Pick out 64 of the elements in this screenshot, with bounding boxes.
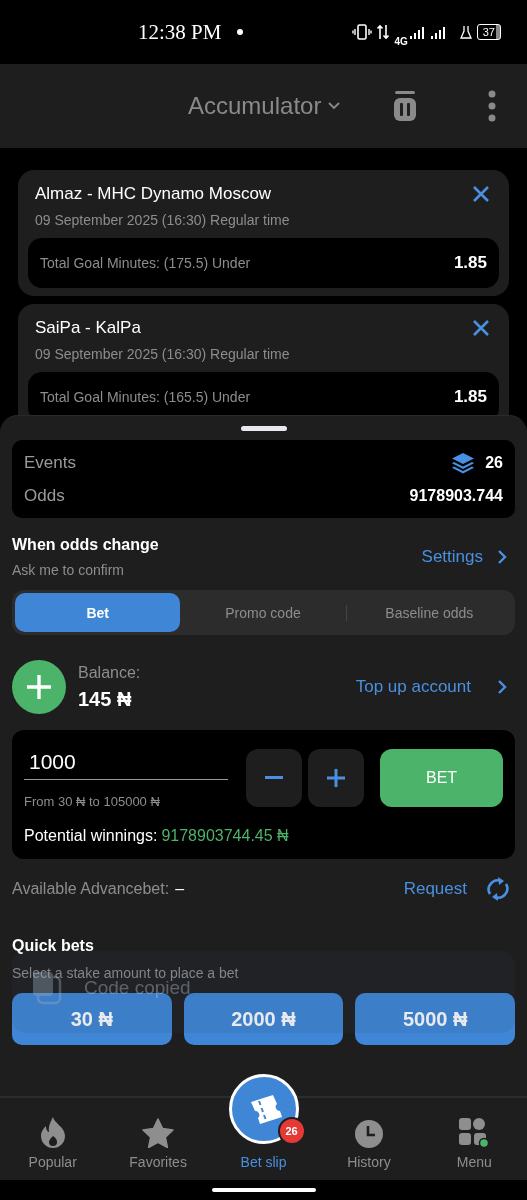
increase-button[interactable] [308,748,365,807]
advancebet-value: – [175,880,185,898]
tab[interactable]: Baseline odds [346,593,512,632]
data-transfer-icon [377,24,390,40]
odds-change-setting: Ask me to confirm [12,562,126,578]
events-label: Events [24,453,76,473]
nav-item[interactable]: History [316,1098,422,1180]
vibrate-icon [352,24,373,40]
tab[interactable]: Bet [15,593,181,632]
nav-item[interactable]: Menu [421,1098,527,1180]
menu-grid-icon [459,1118,490,1148]
stake-range: From 30 ₦ to 105000 ₦ [24,794,161,809]
nav-item[interactable]: Popular [0,1098,106,1180]
count-badge: 26 [277,1117,306,1145]
match-date: 09 September 2025 (16:30) Regular time [34,345,291,364]
quick-bet-button[interactable]: 2000 ₦ [183,993,344,1045]
status-time: 12:38 PM [138,19,222,45]
market-name: Total Goal Minutes: (175.5) Under [40,255,251,271]
battery-icon: 37 [476,24,501,40]
market-name: Total Goal Minutes: (165.5) Under [40,389,251,405]
refresh-icon[interactable] [485,875,511,903]
layers-icon [451,452,476,474]
match-date: 09 September 2025 (16:30) Regular time [34,211,291,230]
add-funds-icon[interactable] [12,660,66,714]
bet-button[interactable]: BET [380,748,503,807]
flask-icon [459,25,472,39]
settings-link[interactable]: Settings [421,547,483,567]
match-title: SaiPa - KalPa [35,318,141,338]
odds-value: 1.85 [453,253,487,273]
notification-dot-icon [237,29,244,35]
quick-bets-title: Quick bets [12,937,95,955]
match-title: Almaz - MHC Dynamo Moscow [35,184,272,204]
chevron-right-icon[interactable] [497,549,507,565]
odds-label: Odds [24,486,65,506]
top-up-link[interactable]: Top up account [355,677,471,697]
nav-item[interactable]: 26 Bet slip [210,1068,317,1180]
tab[interactable]: Promo code [180,593,346,632]
odds-value: 1.85 [453,387,487,407]
network-type: 4G [394,35,408,47]
more-icon[interactable] [487,90,497,122]
request-link[interactable]: Request [403,879,467,899]
chevron-down-icon [327,101,342,111]
advancebet-label: Available Advancebet: [12,880,170,898]
bet-type-dropdown[interactable]: Accumulator [188,92,342,120]
potential-winnings-value: 9178903744.45 ₦ [161,827,289,845]
minus-icon [265,775,283,780]
drag-handle[interactable] [240,426,287,431]
balance-amount: 145 ₦ [78,687,133,711]
quick-bet-button[interactable]: 5000 ₦ [355,993,515,1045]
section-title: When odds change [12,536,159,554]
trash-icon[interactable] [393,91,418,121]
stake-input[interactable]: 1000 [24,746,228,780]
close-icon[interactable] [471,184,491,204]
chevron-right-icon[interactable] [497,679,507,695]
nav-item[interactable]: Favorites [105,1098,211,1180]
events-count: 26 [485,454,503,472]
potential-winnings-label: Potential winnings: [24,827,158,845]
total-odds: 9178903.744 [409,487,503,505]
flame-icon [39,1116,66,1148]
close-icon[interactable] [471,318,491,338]
plus-icon [327,768,345,787]
clock-icon [354,1120,383,1148]
balance-label: Balance: [78,663,141,682]
star-icon [142,1118,175,1148]
